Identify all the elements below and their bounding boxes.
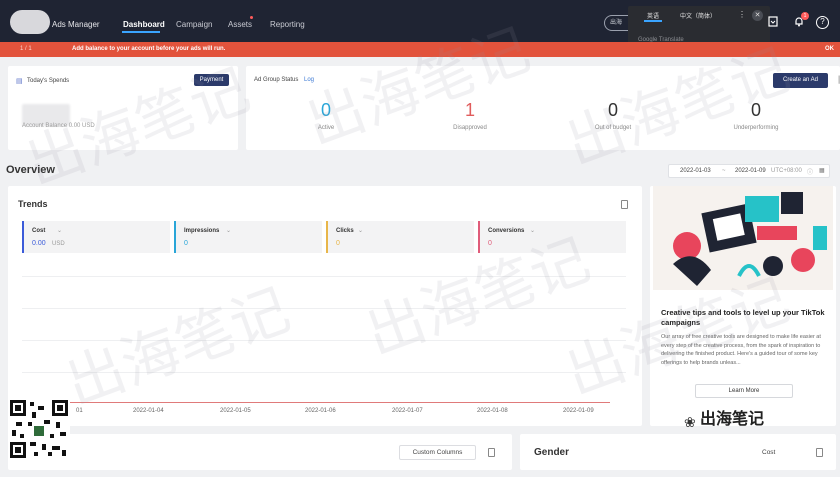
metric-impressions[interactable]: Impressions ⌄ 0 [174,221,322,253]
qr-code-icon [10,400,68,458]
metric-impressions-value: 0 [184,240,188,247]
x-tick: 2022-01-05 [220,408,251,414]
gender-title: Gender [534,447,570,458]
qr-code [8,398,70,460]
import-icon[interactable] [766,15,780,29]
app-title: Ads Manager [52,20,100,29]
x-tick: 01 [76,408,83,414]
active-label: Active [317,125,335,131]
ad-group-status-title: Ad Group Status [254,77,299,83]
spends-icon: ▤ [16,78,23,85]
metric-color-bar [174,221,176,253]
nav-dashboard[interactable]: Dashboard [123,20,165,29]
metric-clicks-name: Clicks [336,228,354,234]
metric-cost[interactable]: Cost ⌄ 0.00 USD [22,221,170,253]
nav-assets[interactable]: Assets [228,20,252,29]
calendar-icon[interactable]: ▦ [819,167,825,174]
lang-option-chinese[interactable]: 中文（简体） [680,11,716,20]
wechat-icon: ❀ [684,414,696,430]
close-icon[interactable]: ✕ [752,10,763,21]
learn-more-button[interactable]: Learn More [695,384,793,398]
date-separator: ~ [722,168,726,174]
info-icon: ⓘ [807,170,814,176]
x-tick: 2022-01-06 [305,408,336,414]
metric-conversions[interactable]: Conversions ⌄ 0 [478,221,626,253]
payment-button[interactable]: Payment [194,74,229,86]
date-range-picker[interactable]: 2022-01-03 ~ 2022-01-09 UTC+08:00 ⓘ ▦ [668,164,830,178]
chevron-down-icon[interactable]: ⌄ [358,227,363,234]
underperforming-count: 0 [750,100,761,120]
disapproved-count[interactable]: 1 [430,100,510,121]
nav-reporting[interactable]: Reporting [270,20,305,29]
top-navigation-bar: Ads Manager Dashboard Campaign Assets Re… [0,0,840,54]
lang-option-english[interactable]: 英语 [647,11,659,20]
promo-illustration [653,186,833,290]
x-tick: 2022-01-07 [392,408,423,414]
alert-ok-button[interactable]: OK [825,46,834,52]
overview-title: Overview [6,164,55,176]
metric-cost-unit: USD [52,241,65,247]
alert-message: Add balance to your account before your … [72,46,226,52]
metric-cost-name: Cost [32,228,46,234]
metric-impressions-name: Impressions [184,228,220,234]
account-balance: Account Balance 0.00 USD [22,123,95,129]
lang-active-underline [644,20,662,22]
out-of-budget-count: 0 [607,100,618,120]
x-tick: 2022-01-04 [133,408,164,414]
scroll-handle-icon[interactable]: ▕ [834,76,839,84]
help-icon[interactable]: ? [816,16,829,29]
active-tab-indicator [122,31,160,33]
illustration-icon [673,192,827,286]
more-icon[interactable]: ⋮ [738,10,746,19]
chevron-down-icon[interactable]: ⌄ [530,227,535,234]
download-icon[interactable] [621,200,628,209]
chart-gridline [22,308,626,309]
chart-gridline [22,340,626,341]
x-tick: 2022-01-09 [563,408,594,414]
active-count: 0 [320,100,331,120]
alert-pager[interactable]: 1 / 1 [20,46,32,52]
disapproved-label: Disapproved [453,125,487,131]
nav-campaign[interactable]: Campaign [176,20,212,29]
custom-columns-button[interactable]: Custom Columns [399,445,476,460]
export-icon[interactable] [488,448,495,457]
assets-notification-dot [250,16,253,19]
spends-title: Today's Spends [27,78,70,84]
date-start[interactable]: 2022-01-03 [680,168,711,174]
chart-baseline [70,402,610,403]
chevron-down-icon[interactable]: ⌄ [226,227,231,234]
brand-watermark: 出海笔记 [700,411,765,428]
balance-alert-banner: 1 / 1 Add balance to your account before… [0,42,840,57]
metric-color-bar [326,221,328,253]
create-ad-button[interactable]: Create an Ad [773,73,828,88]
promo-title: Creative tips and tools to level up your… [661,308,825,327]
chevron-down-icon[interactable]: ⌄ [57,227,62,234]
log-link[interactable]: Log [304,77,314,83]
metric-conversions-value: 0 [488,240,492,247]
metric-conversions-name: Conversions [488,228,525,234]
metric-color-bar [22,221,24,253]
metric-clicks[interactable]: Clicks ⌄ 0 [326,221,474,253]
timezone: UTC+08:00 [771,168,802,174]
out-of-budget-label: Out of budget [594,125,632,131]
export-icon[interactable] [816,448,823,457]
gender-metric-select[interactable]: Cost [762,449,775,456]
metric-clicks-value: 0 [336,240,340,247]
underperforming-label: Underperforming [733,125,779,131]
date-end[interactable]: 2022-01-09 [735,168,766,174]
metric-color-bar [478,221,480,253]
metric-cost-value: 0.00 [32,240,46,247]
chart-gridline [22,372,626,373]
trends-title: Trends [18,199,48,209]
chart-gridline [22,276,626,277]
notification-count-badge: 1 [801,12,809,20]
x-tick: 2022-01-08 [477,408,508,414]
account-avatar[interactable] [10,10,50,34]
promo-body: Our array of free creative tools are des… [661,334,821,366]
